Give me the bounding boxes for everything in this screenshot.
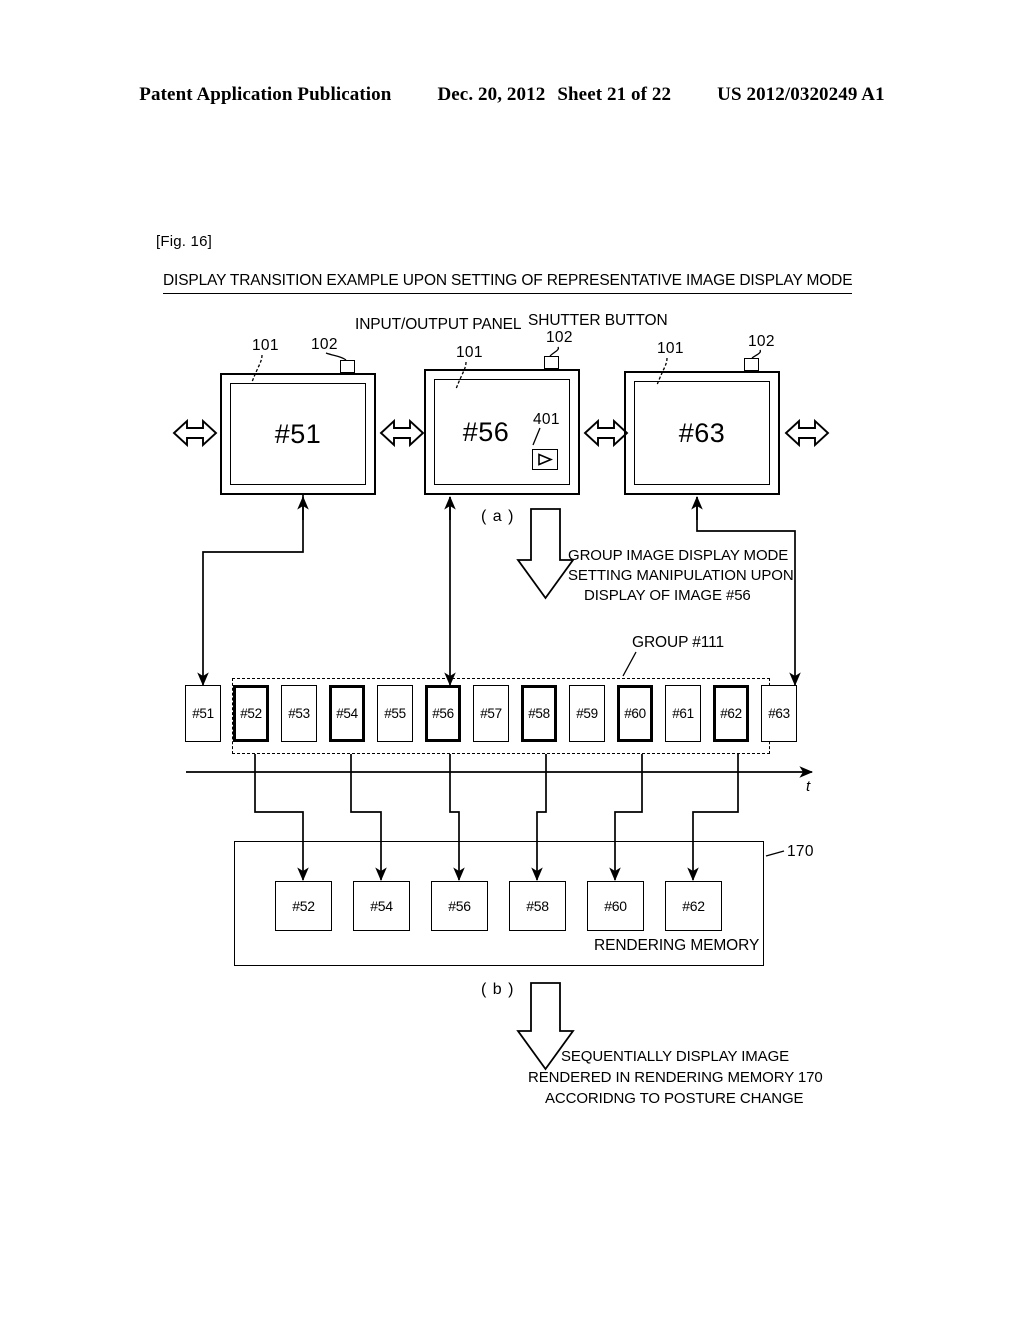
rendering-memory-label: RENDERING MEMORY	[594, 937, 760, 954]
timeline-item-63[interactable]: #63	[761, 685, 797, 742]
transition-note-line3: DISPLAY OF IMAGE #56	[584, 587, 751, 604]
timeline-item-58[interactable]: #58	[521, 685, 557, 742]
input-output-panel-label: INPUT/OUTPUT PANEL	[355, 316, 522, 333]
group-111-label: GROUP #111	[632, 634, 725, 651]
timeline-item-53[interactable]: #53	[281, 685, 317, 742]
screen-63: #63	[634, 381, 770, 485]
memory-item-56[interactable]: #56	[431, 881, 488, 931]
timeline-item-label: #62	[720, 706, 742, 721]
timeline-item-label: #51	[192, 706, 214, 721]
ref-102-panel1: 102	[311, 336, 338, 353]
timeline-item-61[interactable]: #61	[665, 685, 701, 742]
timeline-item-label: #60	[624, 706, 646, 721]
figure-canvas: INPUT/OUTPUT PANEL SHUTTER BUTTON 101 10…	[0, 0, 1024, 1320]
timeline-item-label: #54	[336, 706, 358, 721]
timeline-item-52[interactable]: #52	[233, 685, 269, 742]
timeline-item-54[interactable]: #54	[329, 685, 365, 742]
bottom-note-line1: SEQUENTIALLY DISPLAY IMAGE	[561, 1048, 790, 1065]
ref-101-panel3: 101	[657, 340, 684, 357]
shutter-button-51[interactable]	[340, 360, 355, 373]
shutter-button-56[interactable]	[544, 356, 559, 369]
timeline-item-label: #52	[240, 706, 262, 721]
screen-label-63: #63	[678, 417, 726, 448]
timeline-item-label: #63	[768, 706, 790, 721]
ref-101-panel2: 101	[456, 344, 483, 361]
timeline-item-label: #57	[480, 706, 502, 721]
transition-note-line2: SETTING MANIPULATION UPON	[568, 567, 794, 584]
ref-170: 170	[787, 843, 814, 860]
timeline-item-label: #55	[384, 706, 406, 721]
timeline-item-label: #58	[528, 706, 550, 721]
memory-item-label: #52	[292, 898, 315, 914]
memory-item-label: #58	[526, 898, 549, 914]
timeline-item-62[interactable]: #62	[713, 685, 749, 742]
memory-item-62[interactable]: #62	[665, 881, 722, 931]
timeline-item-label: #61	[672, 706, 694, 721]
bottom-note-line2: RENDERED IN RENDERING MEMORY 170	[528, 1069, 823, 1086]
memory-item-58[interactable]: #58	[509, 881, 566, 931]
timeline-item-label: #56	[432, 706, 454, 721]
device-panel-51[interactable]: #51	[220, 373, 376, 495]
timeline-item-label: #53	[288, 706, 310, 721]
memory-item-60[interactable]: #60	[587, 881, 644, 931]
timeline-item-60[interactable]: #60	[617, 685, 653, 742]
play-icon[interactable]	[532, 449, 558, 470]
shutter-button-63[interactable]	[744, 358, 759, 371]
screen-51: #51	[230, 383, 366, 485]
screen-label-51: #51	[274, 418, 322, 449]
timeline-item-51[interactable]: #51	[185, 685, 221, 742]
ref-102-panel2: 102	[546, 329, 573, 346]
ref-102-panel3: 102	[748, 333, 775, 350]
memory-item-52[interactable]: #52	[275, 881, 332, 931]
t-axis-label: t	[806, 778, 811, 795]
bottom-note-line3: ACCORIDNG TO POSTURE CHANGE	[545, 1090, 804, 1107]
part-b-label: ( b )	[481, 981, 515, 998]
timeline-item-label: #59	[576, 706, 598, 721]
device-panel-63[interactable]: #63	[624, 371, 780, 495]
memory-item-label: #62	[682, 898, 705, 914]
memory-item-label: #60	[604, 898, 627, 914]
timeline-item-55[interactable]: #55	[377, 685, 413, 742]
part-a-label: ( a )	[481, 508, 515, 525]
transition-note-line1: GROUP IMAGE DISPLAY MODE	[568, 547, 789, 564]
ref-401: 401	[533, 411, 560, 428]
timeline-item-57[interactable]: #57	[473, 685, 509, 742]
figure-connectors	[172, 346, 830, 1071]
memory-item-54[interactable]: #54	[353, 881, 410, 931]
timeline-item-59[interactable]: #59	[569, 685, 605, 742]
screen-label-56: #56	[462, 416, 510, 447]
device-panel-56[interactable]: #56	[424, 369, 580, 495]
timeline-item-56[interactable]: #56	[425, 685, 461, 742]
memory-item-label: #56	[448, 898, 471, 914]
ref-101-panel1: 101	[252, 337, 279, 354]
memory-item-label: #54	[370, 898, 393, 914]
